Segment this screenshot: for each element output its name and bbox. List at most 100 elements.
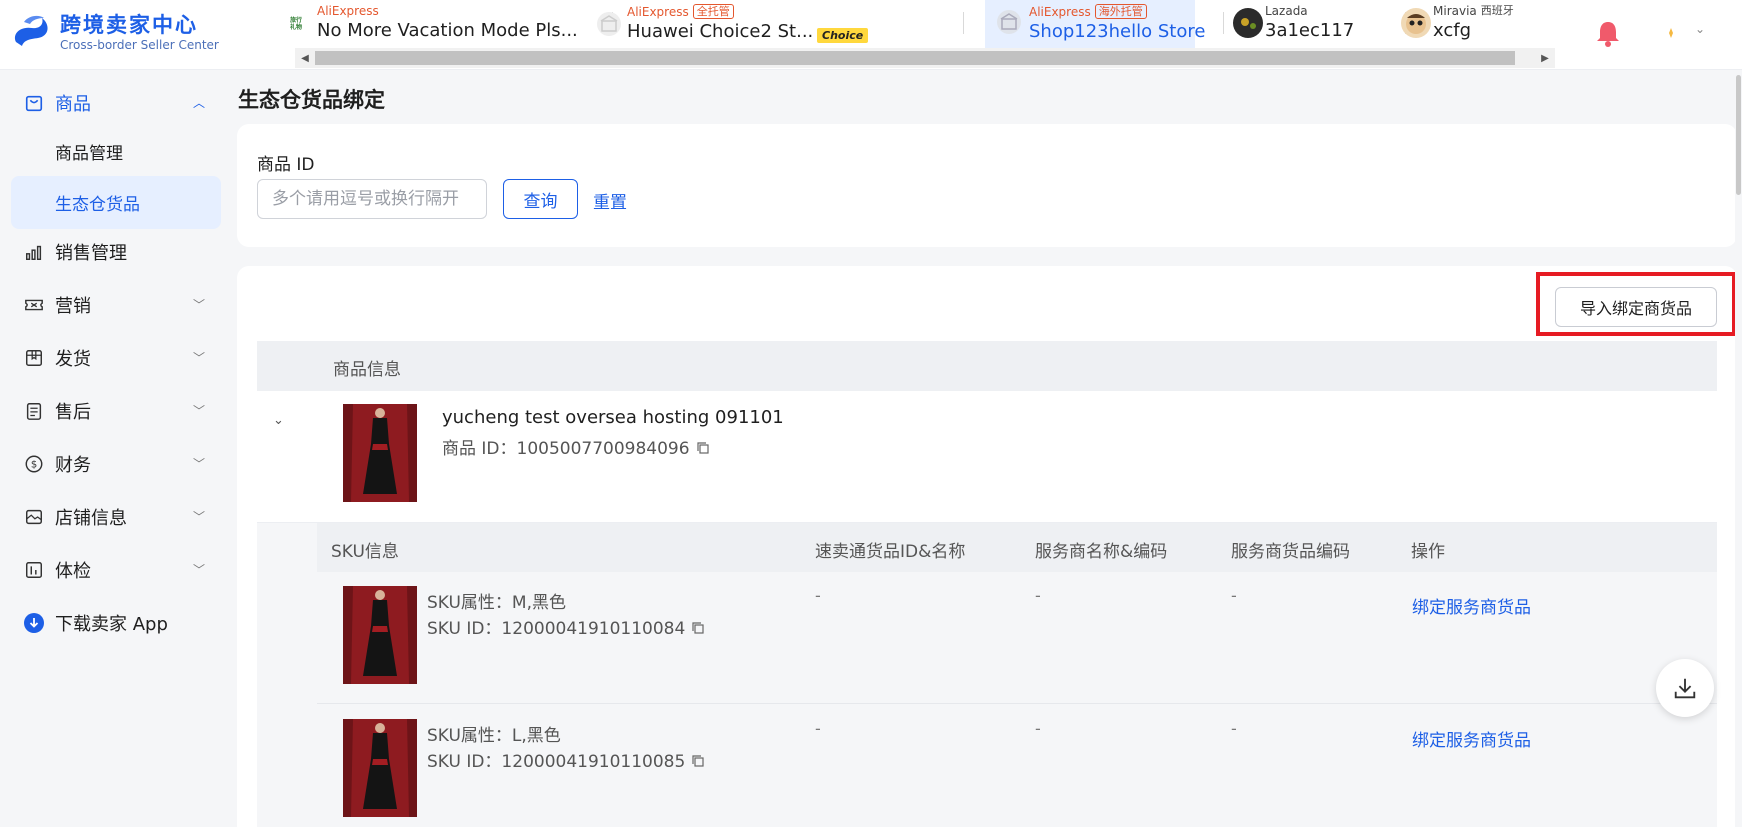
sidebar-item-marketing[interactable]: 营销 ﹀ xyxy=(11,278,221,331)
store-tab[interactable]: Miravia 西班牙 xcfg xyxy=(1401,0,1563,48)
sku-id-text: SKU ID：12000041910110085 xyxy=(427,752,686,772)
vertical-scrollbar[interactable] xyxy=(1735,71,1742,827)
column-header: 服务商名称&编码 xyxy=(1035,542,1168,562)
aliexpress-item-value: - xyxy=(815,586,821,605)
sku-attributes: SKU属性：L,黑色 xyxy=(427,726,561,746)
clipboard-icon xyxy=(23,400,45,422)
store-icon xyxy=(597,12,621,36)
sidebar-item-label: 下载卖家 App xyxy=(55,613,168,635)
chevron-down-icon: ﹀ xyxy=(192,457,205,471)
store-icon xyxy=(997,10,1021,34)
scroll-thumb[interactable] xyxy=(1736,75,1741,195)
chevron-down-icon[interactable]: ⌄ xyxy=(1695,22,1705,36)
store-tab[interactable]: Lazada 3a1ec117 xyxy=(1233,0,1395,48)
store-name: xcfg xyxy=(1433,20,1471,41)
download-circle-icon xyxy=(23,612,45,634)
column-header: 商品信息 xyxy=(333,360,401,380)
sidebar-item-product-management[interactable]: 商品管理 xyxy=(11,125,221,178)
chevron-down-icon: ﹀ xyxy=(192,298,205,312)
store-platform: AliExpress xyxy=(1029,4,1091,19)
sidebar-item-after-sales[interactable]: 售后 ﹀ xyxy=(11,384,221,437)
logo[interactable]: 跨境卖家中心 Cross-border Seller Center xyxy=(10,12,219,52)
logo-subtitle: Cross-border Seller Center xyxy=(60,37,219,52)
chevron-down-icon: ﹀ xyxy=(192,404,205,418)
store-avatar: 旅行 礼物 xyxy=(281,8,311,38)
product-id-input[interactable] xyxy=(257,179,487,219)
sidebar-item-label: 商品管理 xyxy=(55,144,123,164)
sidebar-item-store-info[interactable]: 店铺信息 ﹀ xyxy=(11,490,221,543)
product-id: 商品 ID：1005007700984096 xyxy=(442,434,710,459)
chart-icon xyxy=(23,241,45,263)
sku-id: SKU ID：12000041910110085 xyxy=(427,747,705,772)
chevron-up-icon: ︿ xyxy=(192,96,205,110)
column-header: SKU信息 xyxy=(331,542,399,562)
scroll-thumb[interactable] xyxy=(315,51,1515,65)
highlight-box xyxy=(1536,272,1736,336)
bind-provider-item-link[interactable]: 绑定服务商货品 xyxy=(1412,726,1531,751)
store-platform: AliExpress xyxy=(317,4,379,18)
choice-badge: Choice xyxy=(817,28,869,43)
sidebar-item-download-app[interactable]: 下载卖家 App xyxy=(11,596,221,649)
sidebar-item-label: 财务 xyxy=(55,454,91,476)
aliexpress-item-value: - xyxy=(815,719,821,738)
bag-icon xyxy=(23,92,45,114)
table-row: SKU属性：M,黑色 SKU ID：12000041910110084 - - … xyxy=(317,572,1717,704)
svg-text:旅行: 旅行 xyxy=(289,16,302,24)
bind-provider-item-link[interactable]: 绑定服务商货品 xyxy=(1412,593,1531,618)
logo-title: 跨境卖家中心 xyxy=(60,12,198,37)
sku-table-header: SKU信息 速卖通货品ID&名称 服务商名称&编码 服务商货品编码 操作 xyxy=(317,523,1717,572)
sidebar-item-label: 营销 xyxy=(55,295,91,317)
column-header: 服务商货品编码 xyxy=(1231,542,1350,562)
sidebar-item-finance[interactable]: $ 财务 ﹀ xyxy=(11,437,221,490)
download-float-button[interactable] xyxy=(1656,659,1714,717)
svg-text:$: $ xyxy=(31,459,37,470)
store-platform: Miravia xyxy=(1433,4,1477,18)
store-tab[interactable]: AliExpress No More Vacation Mode Pls... … xyxy=(281,0,597,48)
chevron-down-icon: ﹀ xyxy=(192,351,205,365)
sidebar-item-label: 店铺信息 xyxy=(55,507,127,529)
provider-item-code-value: - xyxy=(1231,719,1237,738)
horizontal-scrollbar[interactable]: ◀ ▶ xyxy=(295,48,1555,68)
copy-icon[interactable] xyxy=(696,440,710,454)
chevron-down-icon[interactable]: ⌄ xyxy=(273,413,284,428)
product-id-text: 商品 ID：1005007700984096 xyxy=(442,439,690,459)
sidebar-item-shipping[interactable]: 发货 ﹀ xyxy=(11,331,221,384)
sidebar: 商品 ︿ 商品管理 生态仓货品 销售管理 营销 ﹀ 发货 ﹀ 售后 ﹀ $ 财务… xyxy=(0,71,232,827)
chevron-down-icon: ﹀ xyxy=(192,510,205,524)
column-header: 速卖通货品ID&名称 xyxy=(815,542,966,562)
store-tab-active[interactable]: AliExpress 海外托管 Shop123hello Store xyxy=(985,0,1205,48)
copy-icon[interactable] xyxy=(691,620,705,634)
logo-icon xyxy=(14,15,48,46)
scroll-right-icon[interactable]: ▶ xyxy=(1535,48,1555,68)
store-name: 3a1ec117 xyxy=(1265,20,1355,41)
copy-icon[interactable] xyxy=(691,753,705,767)
column-header: 操作 xyxy=(1411,542,1445,562)
product-row: ⌄ yucheng test oversea hosting 091101 商品… xyxy=(257,391,1717,523)
store-tab[interactable]: AliExpress 全托管 Huawei Choice2 St... Choic… xyxy=(597,0,907,48)
chevron-down-icon: ﹀ xyxy=(192,563,205,577)
scroll-left-icon[interactable]: ◀ xyxy=(295,48,315,68)
sidebar-item-sales[interactable]: 销售管理 xyxy=(11,225,221,278)
sidebar-item-checkup[interactable]: 体检 ﹀ xyxy=(11,543,221,596)
store-region: 西班牙 xyxy=(1480,4,1514,17)
provider-value: - xyxy=(1035,719,1041,738)
sku-id-text: SKU ID：12000041910110084 xyxy=(427,619,686,639)
query-button[interactable]: 查询 xyxy=(503,179,578,219)
box-icon xyxy=(23,347,45,369)
divider xyxy=(963,12,964,34)
sidebar-item-products[interactable]: 商品 ︿ xyxy=(11,76,221,129)
filter-card: 商品 ID 查询 重置 xyxy=(237,124,1737,247)
sku-image xyxy=(343,719,417,817)
checkup-icon xyxy=(23,559,45,581)
reset-link[interactable]: 重置 xyxy=(593,188,627,213)
sidebar-item-eco-warehouse[interactable]: 生态仓货品 xyxy=(11,176,221,229)
store-switcher: AliExpress No More Vacation Mode Pls... … xyxy=(281,0,1555,48)
sidebar-item-label: 商品 xyxy=(55,93,91,115)
user-avatar[interactable] xyxy=(1660,22,1682,44)
notification-bell-icon[interactable] xyxy=(1593,18,1623,48)
table-row: SKU属性：L,黑色 SKU ID：12000041910110085 - - … xyxy=(317,705,1717,827)
dollar-icon: $ xyxy=(23,453,45,475)
table-header: 商品信息 xyxy=(257,341,1717,391)
sidebar-item-label: 体检 xyxy=(55,560,91,582)
provider-item-code-value: - xyxy=(1231,586,1237,605)
